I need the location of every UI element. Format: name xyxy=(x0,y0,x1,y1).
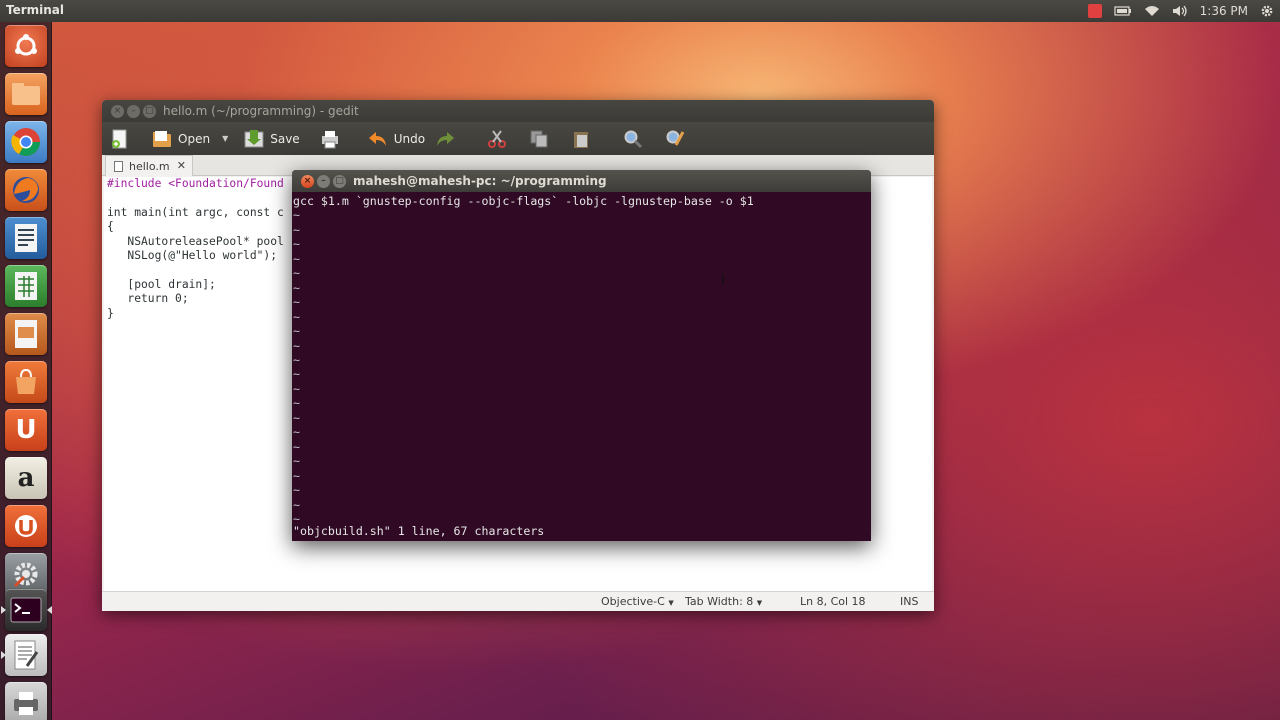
ubuntu-one-music-icon[interactable] xyxy=(5,505,47,547)
wifi-icon[interactable] xyxy=(1144,0,1160,22)
print-icon xyxy=(321,130,338,148)
find-button[interactable] xyxy=(623,126,655,152)
clock[interactable]: 1:36 PM xyxy=(1200,0,1248,22)
vim-empty-line-tilde: ~ xyxy=(293,309,300,324)
tab-width-selector[interactable]: Tab Width: 8 ▼ xyxy=(685,595,762,608)
maximize-icon[interactable]: □ xyxy=(333,175,346,188)
active-app-title: Terminal xyxy=(6,3,65,17)
vim-empty-line-tilde: ~ xyxy=(293,237,300,252)
vim-empty-line-tilde: ~ xyxy=(293,396,300,411)
new-button[interactable] xyxy=(110,126,142,152)
launcher: U a xyxy=(0,22,52,720)
calc-icon[interactable] xyxy=(5,265,47,307)
vim-empty-line-tilde: ~ xyxy=(293,251,300,266)
vim-empty-line-tilde: ~ xyxy=(293,425,300,440)
vim-empty-line-tilde: ~ xyxy=(293,266,300,281)
vim-empty-line-tilde: ~ xyxy=(293,208,300,223)
vim-empty-line-tilde: ~ xyxy=(293,439,300,454)
ubuntu-one-icon[interactable]: U xyxy=(5,409,47,451)
document-icon xyxy=(114,160,123,172)
focused-indicator xyxy=(47,606,52,614)
files-icon[interactable] xyxy=(5,73,47,115)
close-tab-icon[interactable]: ✕ xyxy=(177,159,186,172)
undo-icon xyxy=(368,131,386,146)
vim-empty-line-tilde: ~ xyxy=(293,367,300,382)
paste-button[interactable] xyxy=(571,126,603,152)
running-indicator xyxy=(1,651,6,659)
tab-hello-m[interactable]: hello.m ✕ xyxy=(105,155,193,176)
software-center-icon[interactable] xyxy=(5,361,47,403)
save-icon xyxy=(244,129,264,147)
terminal-command-line: gcc $1.m `gnustep-config --objc-flags` -… xyxy=(293,194,754,208)
firefox-icon[interactable] xyxy=(5,169,47,211)
vim-empty-line-tilde: ~ xyxy=(293,338,300,353)
copy-button[interactable] xyxy=(529,126,561,152)
print-button[interactable] xyxy=(320,126,352,152)
save-label: Save xyxy=(270,131,300,146)
impress-icon[interactable] xyxy=(5,313,47,355)
new-document-icon xyxy=(112,129,127,148)
redo-button[interactable] xyxy=(435,126,467,152)
vim-empty-line-tilde: ~ xyxy=(293,222,300,237)
vim-empty-line-tilde: ~ xyxy=(293,295,300,310)
writer-icon[interactable] xyxy=(5,217,47,259)
vim-empty-line-tilde: ~ xyxy=(293,454,300,469)
minimize-icon[interactable]: – xyxy=(317,175,330,188)
terminal-title: mahesh@mahesh-pc: ~/programming xyxy=(353,174,607,188)
open-button[interactable]: Open ▼ xyxy=(152,126,228,152)
open-label: Open xyxy=(178,131,211,146)
running-indicator xyxy=(1,606,6,614)
amazon-icon[interactable]: a xyxy=(5,457,47,499)
minimize-icon[interactable]: – xyxy=(127,105,140,118)
gedit-toolbar: Open ▼ Save Undo xyxy=(102,122,934,155)
vim-empty-line-tilde: ~ xyxy=(293,483,300,498)
vim-empty-line-tilde: ~ xyxy=(293,280,300,295)
cut-button[interactable] xyxy=(487,126,519,152)
terminal-icon[interactable] xyxy=(5,589,47,631)
vim-empty-line-tilde: ~ xyxy=(293,324,300,339)
dash-icon[interactable] xyxy=(5,25,47,67)
indicator-area: 1:36 PM xyxy=(1087,0,1280,22)
volume-icon[interactable] xyxy=(1172,0,1188,22)
vim-empty-line-tilde: ~ xyxy=(293,410,300,425)
close-icon[interactable]: × xyxy=(111,105,124,118)
vim-status-line: "objcbuild.sh" 1 line, 67 characters xyxy=(293,524,545,538)
vim-empty-line-tilde: ~ xyxy=(293,381,300,396)
search-icon xyxy=(624,130,643,148)
undo-label: Undo xyxy=(393,131,426,146)
find-replace-icon xyxy=(666,130,685,146)
replace-button[interactable] xyxy=(665,126,697,152)
redo-icon xyxy=(437,131,455,146)
gear-icon[interactable] xyxy=(1260,0,1274,22)
vim-empty-line-tilde: ~ xyxy=(293,468,300,483)
undo-button[interactable]: Undo xyxy=(368,126,425,152)
save-button[interactable]: Save xyxy=(244,126,300,152)
vim-empty-line-tilde: ~ xyxy=(293,352,300,367)
language-selector[interactable]: Objective-C ▼ xyxy=(601,595,674,608)
window-title: hello.m (~/programming) - gedit xyxy=(163,104,359,118)
chevron-down-icon[interactable]: ▼ xyxy=(222,134,228,143)
maximize-icon[interactable]: □ xyxy=(143,105,156,118)
terminal-window: × – □ mahesh@mahesh-pc: ~/programming gc… xyxy=(292,170,871,541)
cut-icon xyxy=(488,129,507,148)
printer-icon[interactable] xyxy=(5,682,47,720)
copy-icon xyxy=(530,130,548,147)
terminal-content[interactable]: gcc $1.m `gnustep-config --objc-flags` -… xyxy=(293,194,870,541)
vim-empty-line-tilde: ~ xyxy=(293,497,300,512)
open-folder-icon xyxy=(153,130,171,147)
battery-icon[interactable] xyxy=(1114,0,1132,22)
text-editor-icon[interactable] xyxy=(5,634,47,676)
paste-icon xyxy=(574,131,589,148)
insert-mode: INS xyxy=(900,595,919,608)
gedit-statusbar: Objective-C ▼ Tab Width: 8 ▼ Ln 8, Col 1… xyxy=(102,591,934,611)
notification-indicator-icon[interactable] xyxy=(1087,4,1102,18)
top-panel: Terminal 1:36 PM xyxy=(0,0,1280,22)
cursor-position: Ln 8, Col 18 xyxy=(800,595,866,608)
close-icon[interactable]: × xyxy=(301,175,314,188)
gedit-titlebar[interactable]: × – □ hello.m (~/programming) - gedit xyxy=(102,100,934,122)
text-cursor-icon: I xyxy=(721,273,725,288)
tab-label: hello.m xyxy=(129,159,170,173)
chrome-icon[interactable] xyxy=(5,121,47,163)
terminal-titlebar[interactable]: × – □ mahesh@mahesh-pc: ~/programming xyxy=(292,170,871,192)
